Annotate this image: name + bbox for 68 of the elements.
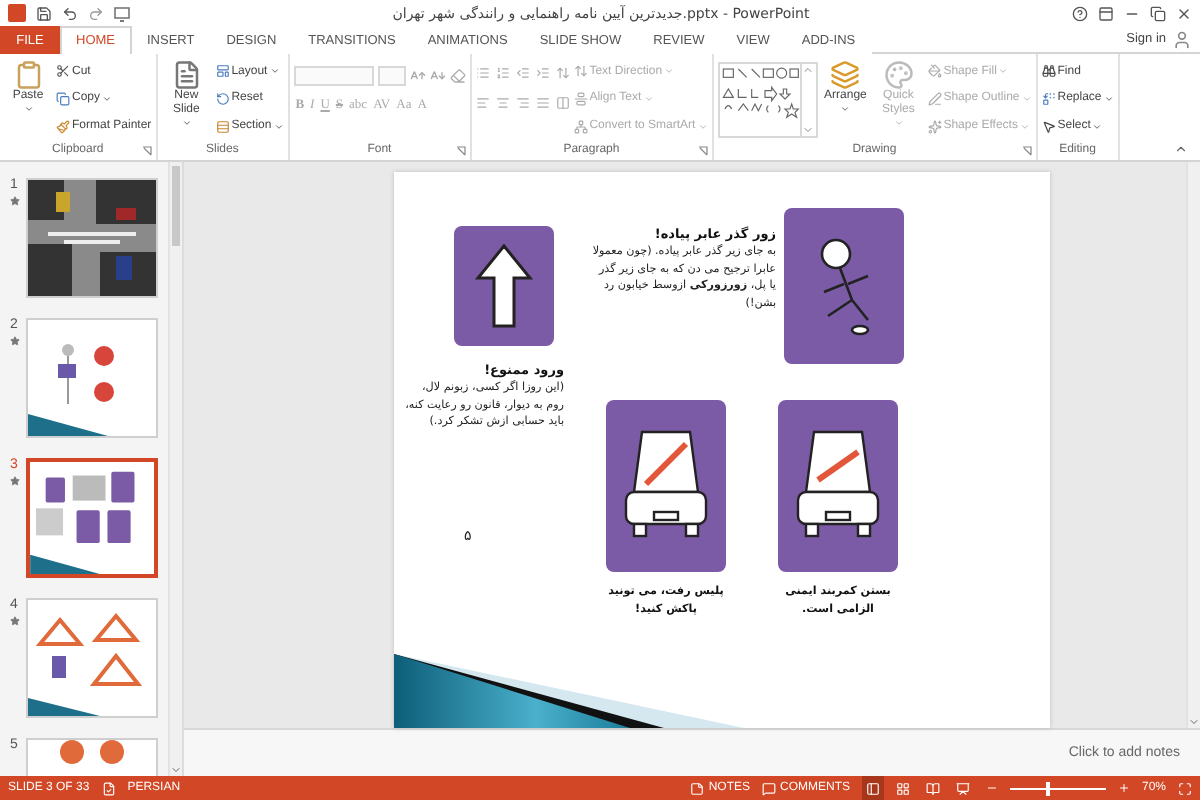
grid-view-icon [895, 781, 910, 795]
new-slide-icon [171, 60, 202, 90]
scissors-icon [56, 64, 70, 79]
cursor-icon [1041, 119, 1056, 134]
numbered-list-icon[interactable] [495, 66, 510, 80]
arrange-icon [830, 60, 861, 90]
font-name-field[interactable] [293, 66, 374, 86]
comment-icon [761, 781, 776, 795]
document-check-icon[interactable] [101, 781, 116, 795]
launcher-icon[interactable] [697, 145, 708, 155]
save-icon[interactable] [36, 5, 52, 21]
binoculars-icon [1041, 64, 1056, 79]
quick-styles-icon [883, 60, 914, 90]
road-thumbnail-drawing [28, 180, 156, 296]
ribbon-options-icon[interactable] [1098, 5, 1114, 21]
columns-icon[interactable] [555, 96, 570, 110]
help-icon[interactable] [1072, 5, 1088, 21]
scroll-down-icon[interactable] [170, 764, 182, 776]
normal-view-icon [865, 781, 880, 795]
scroll-down-icon[interactable] [1188, 716, 1200, 728]
zoom-out-icon[interactable] [985, 782, 998, 794]
scrollbar[interactable] [168, 162, 182, 776]
note-icon [690, 781, 705, 795]
shrink-font-icon[interactable] [429, 68, 446, 84]
indent-increase-icon[interactable] [535, 66, 550, 80]
clipboard-icon [13, 60, 43, 90]
user-icon[interactable] [1172, 29, 1192, 49]
close-icon[interactable] [1176, 5, 1192, 21]
paint-bucket-icon [927, 64, 942, 79]
launcher-icon[interactable] [1021, 145, 1032, 155]
customize-icon[interactable] [114, 5, 130, 21]
app-logo-icon [8, 4, 26, 22]
eraser-icon[interactable] [449, 68, 466, 84]
fit-to-window-icon[interactable] [1178, 781, 1192, 795]
pen-icon [927, 91, 942, 106]
zoom-thumb[interactable] [1046, 781, 1051, 795]
line-spacing-icon[interactable] [555, 66, 570, 80]
font-size-field[interactable] [377, 66, 406, 86]
undo-icon[interactable] [62, 5, 78, 21]
redo-icon[interactable] [88, 5, 104, 21]
up-arrow-icon [474, 242, 534, 330]
reset-icon [215, 91, 230, 106]
launcher-icon[interactable] [141, 145, 152, 155]
text-direction-icon [573, 64, 588, 79]
align-left-icon[interactable] [475, 96, 490, 110]
section-icon [215, 119, 230, 134]
shapes-drawing [719, 64, 800, 124]
restore-icon[interactable] [1150, 5, 1166, 21]
bullet-list-icon[interactable] [475, 66, 490, 80]
align-center-icon[interactable] [495, 96, 510, 110]
layout-icon [215, 64, 230, 79]
sparkle-icon [927, 119, 942, 134]
align-text-icon [573, 91, 588, 106]
indent-decrease-icon[interactable] [515, 66, 530, 80]
copy-icon [56, 91, 70, 106]
align-right-icon[interactable] [515, 96, 530, 110]
view-button[interactable] [861, 776, 884, 800]
zoom-in-icon[interactable] [1117, 782, 1130, 794]
launcher-icon[interactable] [455, 145, 466, 155]
slide-thumbnail[interactable] [26, 458, 158, 578]
collapse-icon[interactable] [1174, 142, 1188, 156]
paintbrush-icon [56, 119, 70, 134]
grow-font-icon[interactable] [409, 68, 426, 84]
smartart-icon [573, 119, 588, 134]
presentation-icon [955, 781, 970, 795]
book-icon [925, 781, 940, 795]
justify-icon[interactable] [535, 96, 550, 110]
scrollbar[interactable] [1186, 162, 1200, 728]
